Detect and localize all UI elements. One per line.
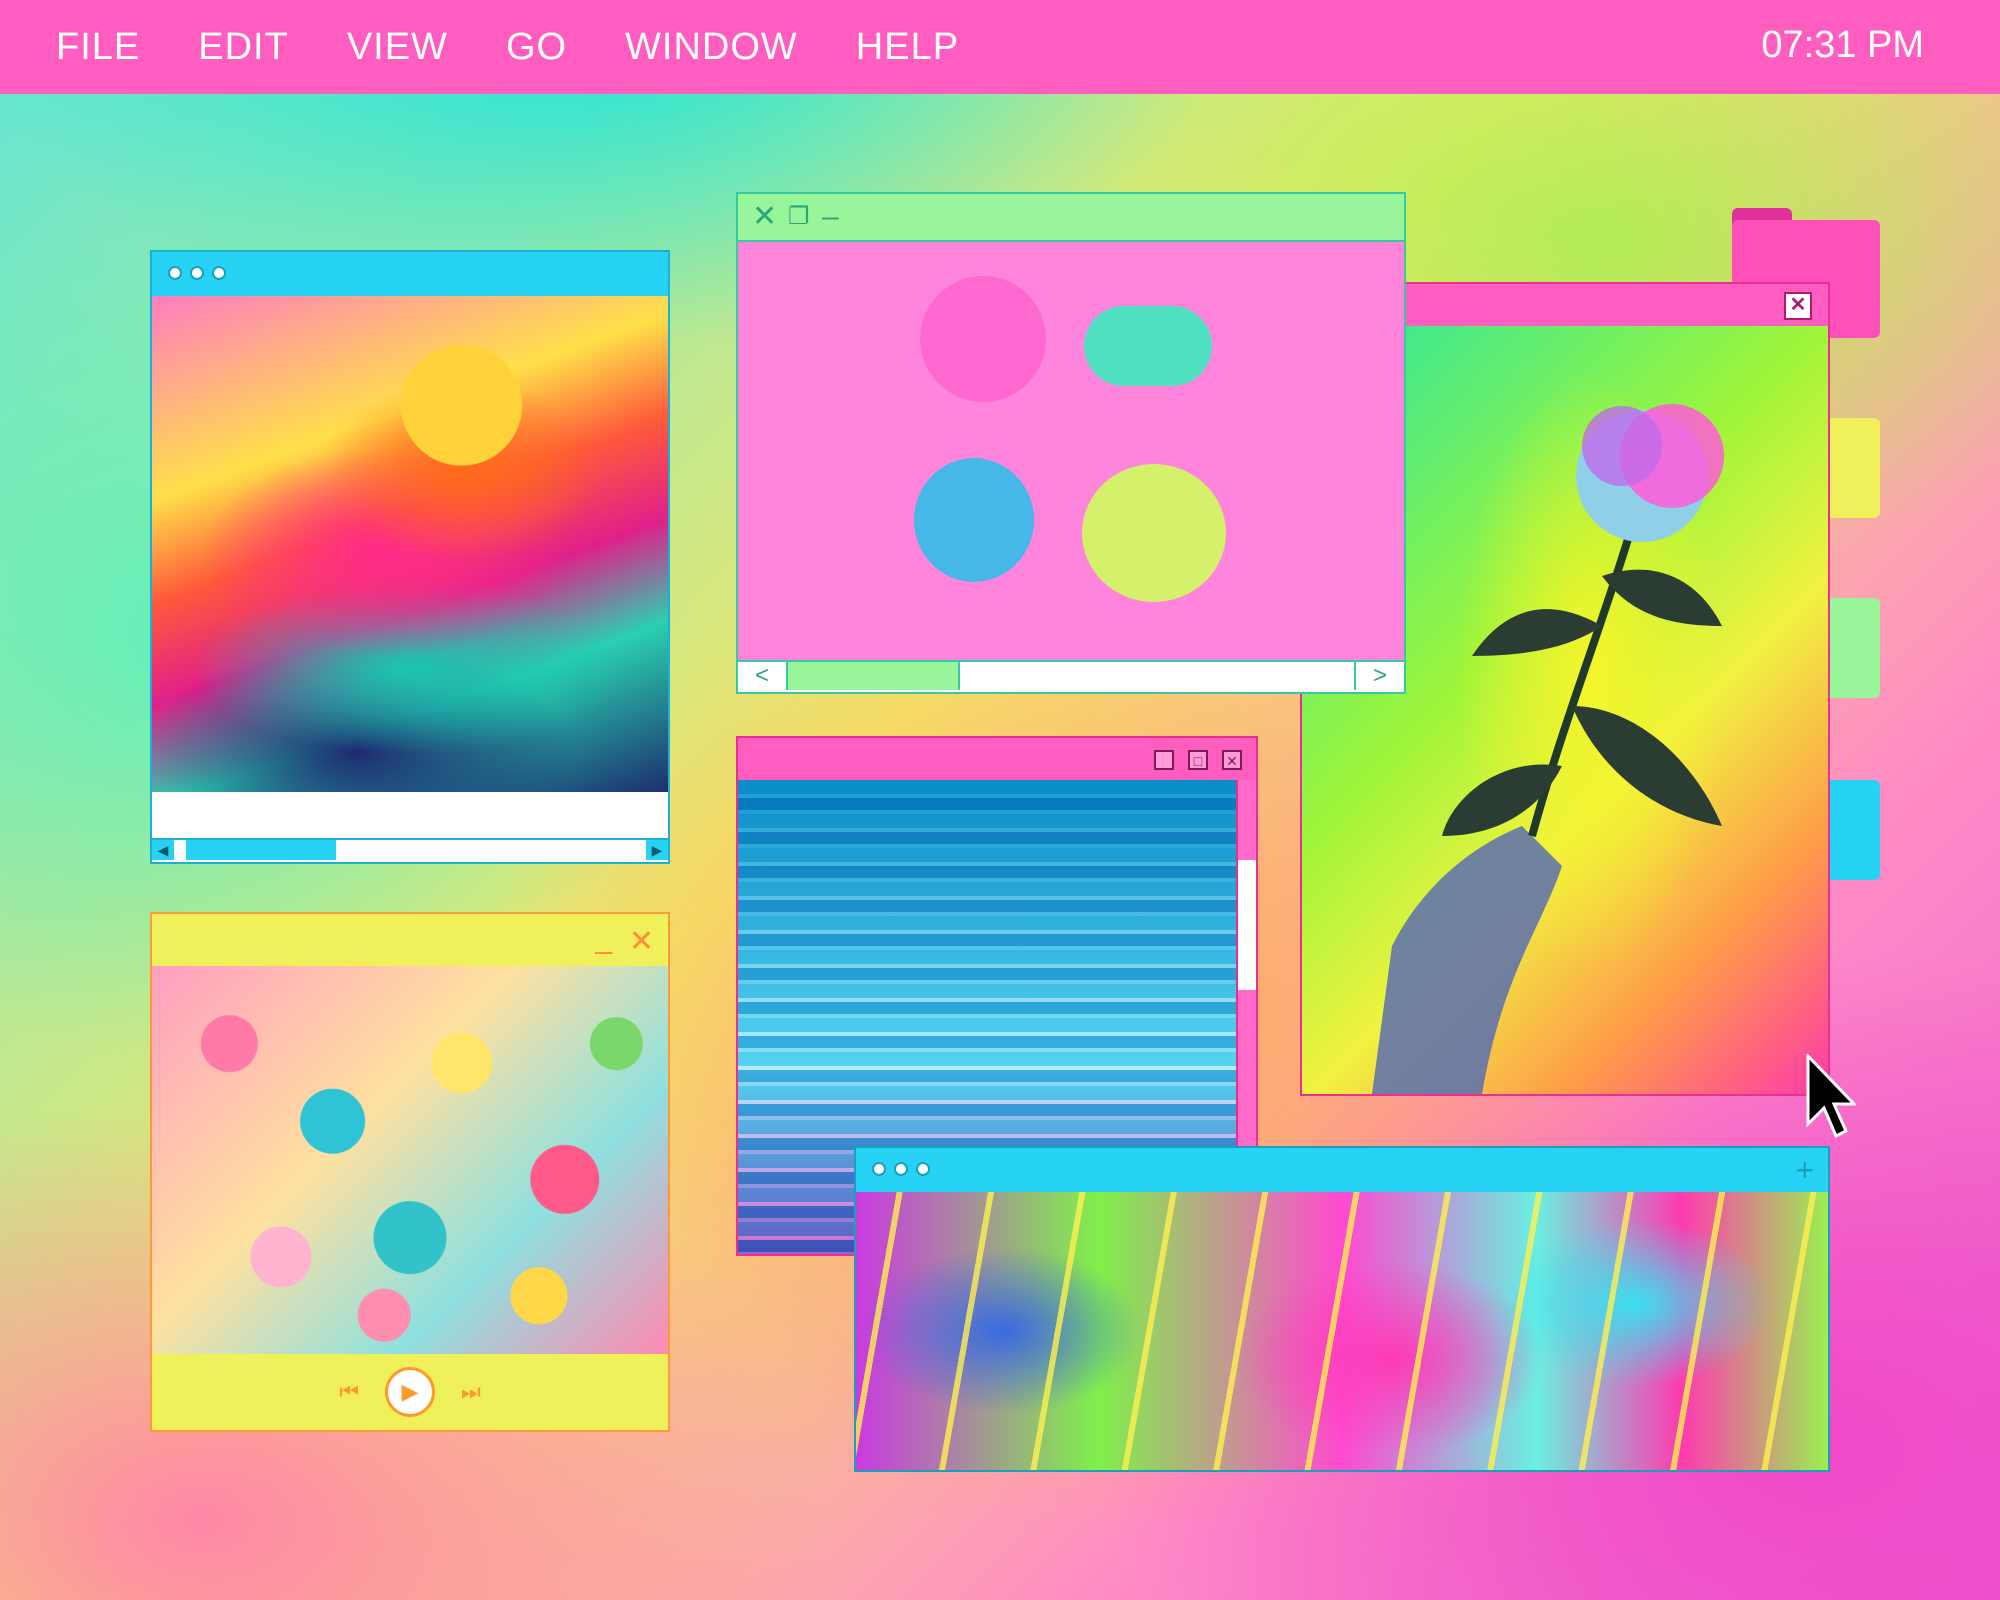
- menu-window[interactable]: WINDOW: [625, 26, 798, 69]
- skip-back-icon[interactable]: ⏮: [339, 1379, 359, 1405]
- swirl-window[interactable]: +: [854, 1146, 1830, 1472]
- scroll-right-arrow-icon[interactable]: ▶: [646, 840, 668, 860]
- abstract-painting-image: [152, 296, 668, 792]
- pink-macaron: [920, 276, 1046, 402]
- swirl-art-image: [856, 1192, 1828, 1470]
- blue-macaron: [914, 458, 1034, 582]
- menu-go[interactable]: GO: [506, 26, 567, 69]
- horizontal-scrollbar[interactable]: < >: [738, 660, 1404, 692]
- close-icon[interactable]: ✕: [1222, 750, 1242, 770]
- menu-view[interactable]: VIEW: [347, 26, 448, 69]
- side-tab-yellow[interactable]: [1830, 418, 1880, 518]
- dot-icon[interactable]: [872, 1162, 886, 1176]
- window-dots: [872, 1162, 930, 1176]
- dot-icon[interactable]: [916, 1162, 930, 1176]
- side-tab-green[interactable]: [1830, 598, 1880, 698]
- green-macaron: [1082, 464, 1226, 602]
- dot-icon[interactable]: [168, 266, 182, 280]
- add-icon[interactable]: +: [1795, 1152, 1814, 1189]
- skip-forward-icon[interactable]: ⏭: [461, 1379, 481, 1405]
- horizontal-scrollbar[interactable]: ◀ ▶: [152, 838, 668, 862]
- close-icon[interactable]: ✕: [1784, 292, 1812, 320]
- glitch-titlebar[interactable]: _ □ ✕: [738, 738, 1256, 780]
- side-tab-cyan[interactable]: [1830, 780, 1880, 880]
- minimize-icon[interactable]: –: [822, 194, 839, 240]
- menu-file[interactable]: FILE: [56, 26, 140, 69]
- scroll-right-button[interactable]: >: [1354, 662, 1404, 690]
- mouse-cursor-icon: [1806, 1054, 1856, 1139]
- scroll-left-arrow-icon[interactable]: ◀: [152, 840, 174, 860]
- scroll-thumb[interactable]: [788, 662, 960, 690]
- cereal-window[interactable]: _ ✕ ⏮ ▶ ⏭: [150, 912, 670, 1432]
- teal-macaron: [1084, 306, 1212, 386]
- close-icon[interactable]: ✕: [752, 194, 777, 240]
- dot-icon[interactable]: [894, 1162, 908, 1176]
- window-dots: [168, 266, 226, 280]
- minimize-icon[interactable]: _: [595, 922, 612, 956]
- menu-edit[interactable]: EDIT: [198, 26, 289, 69]
- scroll-thumb[interactable]: [186, 840, 336, 860]
- maximize-icon[interactable]: □: [1188, 750, 1208, 770]
- dot-icon[interactable]: [212, 266, 226, 280]
- clock: 07:31 PM: [1761, 24, 1924, 66]
- minimize-icon[interactable]: _: [1154, 750, 1174, 770]
- play-icon[interactable]: ▶: [385, 1367, 435, 1417]
- close-icon[interactable]: ✕: [629, 924, 654, 959]
- cereal-image: [152, 966, 668, 1354]
- cereal-titlebar[interactable]: _ ✕: [152, 914, 668, 966]
- swirl-titlebar[interactable]: +: [856, 1148, 1828, 1192]
- restore-icon[interactable]: ❐: [788, 194, 810, 240]
- macarons-titlebar[interactable]: ✕ ❐ –: [738, 194, 1404, 242]
- painting-titlebar[interactable]: [152, 252, 668, 296]
- painting-window[interactable]: ◀ ▶: [150, 250, 670, 864]
- scroll-left-button[interactable]: <: [738, 662, 788, 690]
- dot-icon[interactable]: [190, 266, 204, 280]
- menu-help[interactable]: HELP: [856, 26, 959, 69]
- macarons-window[interactable]: ✕ ❐ – < >: [736, 192, 1406, 694]
- media-controls: ⏮ ▶ ⏭: [152, 1354, 668, 1430]
- scroll-thumb[interactable]: [1238, 860, 1256, 990]
- menu-bar: FILE EDIT VIEW GO WINDOW HELP 07:31 PM: [0, 0, 2000, 94]
